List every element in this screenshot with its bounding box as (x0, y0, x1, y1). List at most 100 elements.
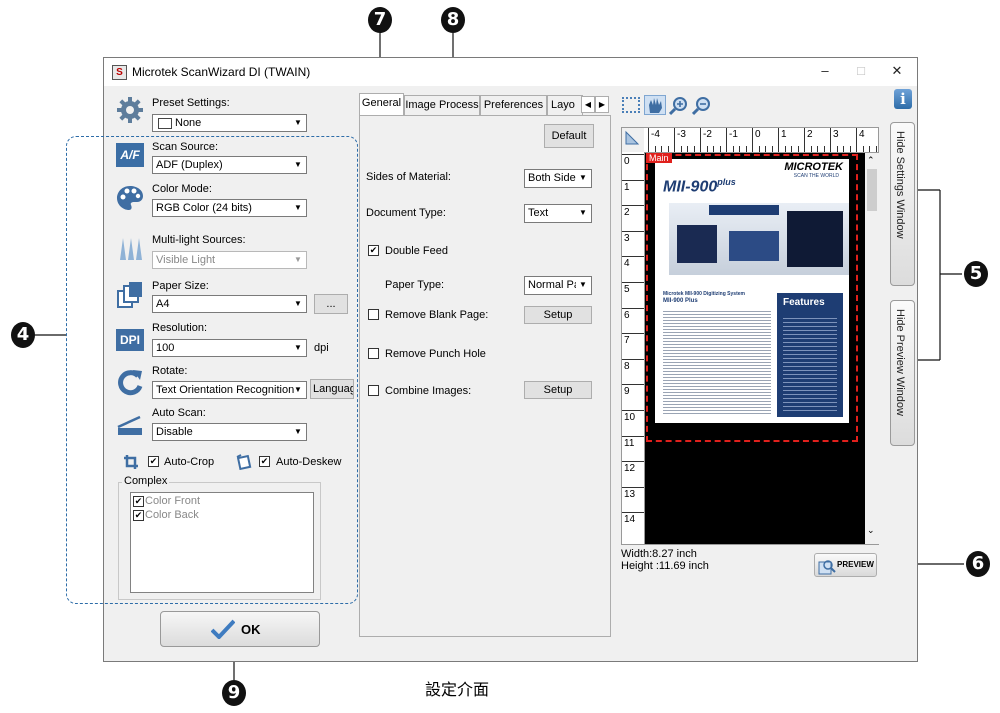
info-icon[interactable]: i (894, 89, 912, 109)
remove-blank-checkbox[interactable] (368, 309, 379, 320)
hide-settings-tab[interactable]: Hide Settings Window (890, 122, 915, 286)
double-feed-checkbox[interactable]: ✔ (368, 245, 379, 256)
paper-size-icon (116, 281, 144, 312)
scroll-thumb[interactable] (867, 169, 877, 211)
paper-size-value: A4 (156, 298, 170, 310)
scroll-up-icon[interactable]: ⌃ (867, 155, 875, 166)
auto-crop-checkbox[interactable]: ✔ (148, 456, 159, 467)
ruler-tick (622, 307, 644, 309)
complex-item-checkbox[interactable]: ✔ (133, 496, 144, 507)
ruler-minor-tick (771, 146, 773, 152)
ruler-minor-tick (817, 146, 818, 152)
color-mode-select[interactable]: RGB Color (24 bits) ▼ (152, 199, 307, 217)
checkmark-icon (211, 619, 235, 639)
preview-toolbar (619, 94, 729, 118)
folder-icon (158, 118, 172, 129)
hand-tool-icon[interactable] (644, 95, 666, 115)
paper-size-label: Paper Size: (152, 280, 209, 292)
combine-images-checkbox[interactable] (368, 385, 379, 396)
tab-scroll-left-button[interactable]: ◀ (581, 96, 595, 113)
combine-images-setup-button[interactable]: Setup (524, 381, 592, 399)
preset-select[interactable]: None ▼ (152, 114, 307, 132)
frame-label: Main (646, 153, 672, 163)
selection-tool-icon[interactable] (622, 97, 640, 113)
tab-general[interactable]: General (359, 93, 404, 115)
remove-blank-setup-button[interactable]: Setup (524, 306, 592, 324)
hide-preview-tab[interactable]: Hide Preview Window (890, 300, 915, 446)
zoom-in-icon[interactable] (668, 96, 689, 119)
ruler-label: 14 (624, 514, 636, 526)
scan-source-value: ADF (Duplex) (156, 159, 223, 171)
ruler-label: 8 (624, 360, 630, 372)
rotate-label: Rotate: (152, 365, 188, 377)
ruler-label: -3 (677, 129, 686, 140)
app-icon: S (112, 65, 127, 80)
tab-layout[interactable]: Layo (547, 95, 583, 115)
ruler-label: 0 (755, 129, 761, 140)
complex-item-label: Color Front (145, 495, 201, 507)
ruler-minor-tick (875, 146, 877, 152)
paper-size-more-button[interactable]: ... (314, 294, 348, 314)
ok-button[interactable]: OK (160, 611, 320, 647)
paper-size-select[interactable]: A4 ▼ (152, 295, 307, 313)
ruler-label: 10 (624, 412, 636, 423)
ruler-minor-tick (765, 146, 766, 152)
auto-deskew-checkbox[interactable]: ✔ (259, 456, 270, 467)
ruler-tick (674, 128, 675, 152)
maximize-button[interactable]: □ (846, 60, 876, 82)
rotate-icon (116, 368, 144, 399)
scan-source-select[interactable]: ADF (Duplex) ▼ (152, 156, 307, 174)
chevron-down-icon: ▼ (294, 343, 302, 352)
auto-scan-select[interactable]: Disable ▼ (152, 423, 307, 441)
scroll-down-icon[interactable]: ⌄ (867, 525, 875, 536)
resolution-select[interactable]: 100 ▼ (152, 339, 307, 357)
complex-item-checkbox[interactable]: ✔ (133, 510, 144, 521)
doc-type-value: Text (528, 207, 549, 219)
ruler-tick (622, 179, 644, 181)
tab-scroll-right-button[interactable]: ▶ (595, 96, 609, 113)
paper-type-select[interactable]: Normal Pap ▼ (524, 276, 592, 295)
ruler-minor-tick (784, 146, 786, 152)
ruler-label: 5 (624, 284, 630, 295)
default-button[interactable]: Default (544, 124, 594, 148)
ruler-top: -4 -3 -2 -1 0 1 2 3 4 (644, 128, 878, 153)
auto-crop-label: Auto-Crop (164, 456, 215, 468)
chevron-down-icon: ▼ (294, 427, 302, 436)
sides-value: Both Sides (528, 172, 582, 184)
deskew-icon (236, 454, 252, 473)
preview-scrollbar[interactable]: ⌃ ⌄ (865, 153, 879, 544)
preview-button[interactable]: PREVIEW (814, 553, 877, 577)
language-button[interactable]: Language (310, 379, 354, 399)
ruler-label: 9 (624, 386, 630, 398)
ruler-label: 12 (624, 463, 636, 475)
auto-deskew-label: Auto-Deskew (276, 456, 342, 468)
tab-page: Default Sides of Material: Both Sides ▼ … (359, 115, 611, 637)
ruler-minor-tick (797, 146, 799, 152)
zoom-out-icon[interactable] (691, 96, 712, 119)
ruler-tick (804, 128, 805, 152)
ruler-label: 4 (859, 129, 865, 140)
ok-label: OK (241, 622, 261, 637)
ruler-label: 1 (624, 181, 630, 193)
doc-type-select[interactable]: Text ▼ (524, 204, 592, 223)
tab-preferences[interactable]: Preferences (480, 95, 547, 115)
remove-punch-checkbox[interactable] (368, 348, 379, 359)
rotate-select[interactable]: Text Orientation Recognition ▼ (152, 381, 307, 399)
sides-select[interactable]: Both Sides ▼ (524, 169, 592, 188)
ruler-label: 13 (624, 488, 636, 500)
ruler-label: -4 (651, 129, 660, 140)
multi-light-select[interactable]: Visible Light ▼ (152, 251, 307, 269)
tab-image-process[interactable]: Image Process (404, 95, 480, 115)
close-button[interactable]: ✕ (882, 60, 912, 82)
ruler-label: -1 (729, 129, 738, 140)
ruler-minor-tick (713, 146, 714, 152)
scan-frame (646, 154, 858, 442)
settings-tabs: General Image Process Preferences Layo ◀… (359, 93, 611, 637)
palette-icon (116, 184, 144, 215)
minimize-button[interactable]: – (810, 60, 840, 82)
ruler-tick (622, 282, 644, 283)
scan-source-icon: A/F (116, 143, 144, 167)
complex-list (130, 492, 314, 593)
ruler-minor-tick (739, 146, 740, 152)
resolution-unit: dpi (314, 342, 329, 354)
